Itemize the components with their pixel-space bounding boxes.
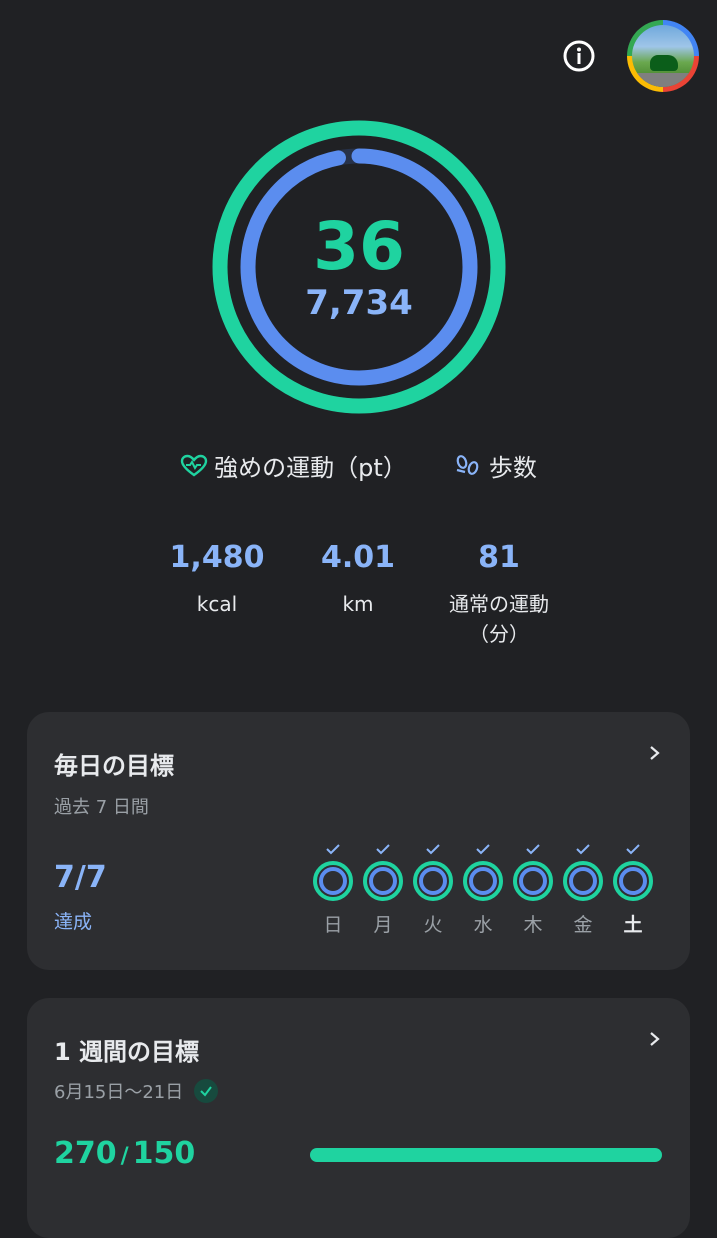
weekly-separator: / <box>120 1144 129 1169</box>
heart-icon <box>180 454 208 476</box>
day-label-today: 土 <box>623 914 643 936</box>
day-label: 木 <box>523 914 543 936</box>
legend-steps-label: 歩数 <box>488 454 537 482</box>
day-ring-item-today[interactable]: 土 <box>612 842 654 937</box>
day-ring-item[interactable]: 月 <box>362 842 404 937</box>
legend-heart-label: 強めの運動（pt） <box>214 454 407 482</box>
daily-goal-subtitle: 過去 7 日間 <box>54 797 149 818</box>
check-icon <box>426 844 440 855</box>
day-label: 水 <box>473 914 493 936</box>
day-ring <box>463 861 503 901</box>
days-achieved-label: 達成 <box>54 911 93 933</box>
calories-value: 1,480 <box>169 540 265 575</box>
weekly-current: 270 <box>54 1136 117 1171</box>
check-icon <box>326 844 340 855</box>
activity-rings[interactable]: 36 7,734 <box>212 120 506 414</box>
weekly-goal-value: 270/150 <box>54 1136 195 1171</box>
day-ring-item[interactable]: 金 <box>562 842 604 937</box>
check-icon <box>626 844 640 855</box>
weekly-progress-bar <box>310 1148 662 1162</box>
check-icon <box>476 844 490 855</box>
weekly-target: 150 <box>132 1136 196 1171</box>
day-label: 金 <box>573 914 593 936</box>
steps-value: 7,734 <box>305 283 413 323</box>
day-ring-item[interactable]: 日 <box>312 842 354 937</box>
legend-steps: 歩数 <box>453 448 537 483</box>
days-achieved-value: 7/7 <box>54 860 107 895</box>
daily-goal-title: 毎日の目標 <box>54 752 174 780</box>
distance-label: km <box>342 592 374 616</box>
check-icon <box>576 844 590 855</box>
check-badge-icon <box>194 1079 219 1103</box>
chevron-right-icon[interactable] <box>648 1032 662 1046</box>
check-icon <box>526 844 540 855</box>
check-icon <box>376 844 390 855</box>
move-minutes-label: 通常の運動 <box>449 592 549 616</box>
daily-goal-card[interactable]: 毎日の目標 過去 7 日間 7/7 達成 日 月 火 水 木 金 土 <box>27 712 690 970</box>
legend-heart-points: 強めの運動（pt） <box>180 448 407 483</box>
day-label: 日 <box>323 914 343 936</box>
day-label: 火 <box>423 914 443 936</box>
day-ring <box>413 861 453 901</box>
day-rings-row: 日 月 火 水 木 金 土 <box>312 842 654 937</box>
weekly-goal-date-range: 6月15日〜21日 <box>54 1082 184 1103</box>
day-ring-item[interactable]: 火 <box>412 842 454 937</box>
distance-stat[interactable]: 4.01 km <box>298 540 418 619</box>
move-minutes-value: 81 <box>478 540 520 575</box>
distance-value: 4.01 <box>320 540 396 575</box>
weekly-goal-card[interactable]: 1 週間の目標 6月15日〜21日 270/150 <box>27 998 690 1238</box>
move-minutes-stat[interactable]: 81 通常の運動 （分） <box>424 540 574 649</box>
footsteps-icon <box>456 454 479 475</box>
day-label: 月 <box>373 914 393 936</box>
rings-legend: 強めの運動（pt） 歩数 <box>0 448 717 483</box>
day-ring <box>563 861 603 901</box>
calories-stat[interactable]: 1,480 kcal <box>147 540 287 619</box>
day-ring <box>513 861 553 901</box>
day-ring-item[interactable]: 水 <box>462 842 504 937</box>
day-ring <box>363 861 403 901</box>
heart-points-value: 36 <box>313 208 405 285</box>
chevron-right-icon[interactable] <box>648 746 662 760</box>
top-bar <box>561 20 699 92</box>
move-minutes-unit: （分） <box>469 622 529 646</box>
profile-avatar[interactable] <box>627 20 699 92</box>
day-ring <box>613 861 653 901</box>
calories-label: kcal <box>196 592 238 616</box>
day-ring-item[interactable]: 木 <box>512 842 554 937</box>
info-icon[interactable] <box>561 38 597 74</box>
day-ring <box>313 861 353 901</box>
weekly-goal-title: 1 週間の目標 <box>54 1038 200 1066</box>
